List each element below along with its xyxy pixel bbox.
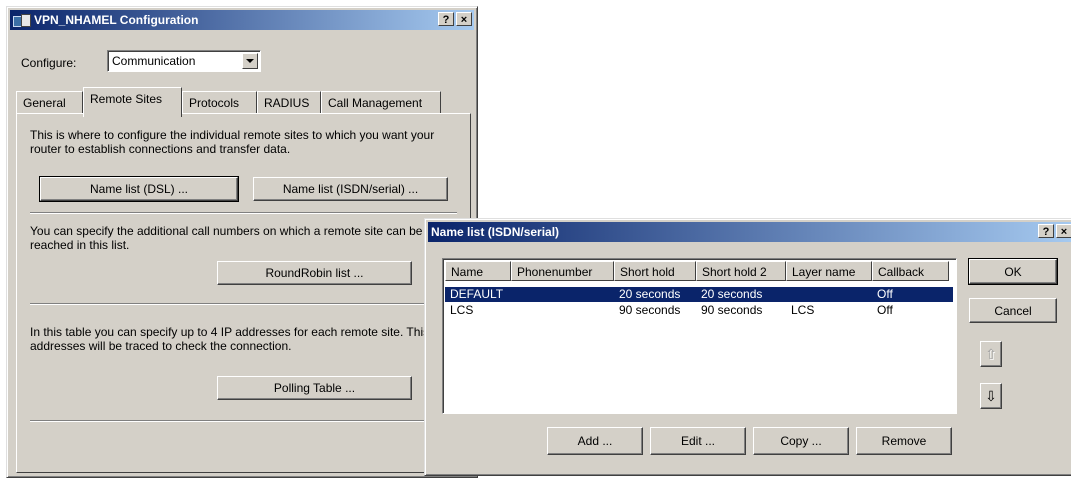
name-list-isdn-button[interactable]: Name list (ISDN/serial) ...: [253, 177, 448, 201]
copy-label: Copy ...: [780, 434, 822, 448]
call-numbers-description: You can specify the additional call numb…: [30, 224, 423, 252]
name-list-dsl-label: Name list (DSL) ...: [89, 182, 188, 196]
name-list-table[interactable]: Name Phonenumber Short hold Short hold 2…: [442, 258, 957, 414]
column-header-phonenumber[interactable]: Phonenumber: [511, 261, 614, 281]
dialog-title-bar[interactable]: Name list (ISDN/serial) ? ×: [428, 222, 1071, 242]
column-header-callback[interactable]: Callback: [872, 261, 949, 281]
copy-button[interactable]: Copy ...: [753, 427, 849, 455]
name-list-dsl-button[interactable]: Name list (DSL) ...: [39, 176, 239, 202]
tab-general-label: General: [23, 96, 66, 110]
polling-table-button[interactable]: Polling Table ...: [217, 376, 412, 400]
table-header: Name Phonenumber Short hold Short hold 2…: [445, 261, 949, 281]
tab-call-management-label: Call Management: [328, 96, 423, 110]
separator: [30, 303, 457, 305]
column-header-short-hold-2[interactable]: Short hold 2: [696, 261, 786, 281]
configure-label: Configure:: [21, 56, 77, 70]
ok-button[interactable]: OK: [968, 258, 1058, 285]
app-icon: [13, 13, 31, 27]
separator: [30, 420, 457, 422]
add-button[interactable]: Add ...: [547, 427, 643, 455]
polling-description: In this table you can specify up to 4 IP…: [30, 325, 444, 353]
close-button[interactable]: ×: [1056, 224, 1071, 238]
cell-phonenumber: [511, 303, 614, 318]
remove-label: Remove: [881, 434, 927, 448]
edit-label: Edit ...: [680, 434, 715, 448]
cell-phonenumber: [511, 287, 614, 302]
main-config-window: VPN_NHAMEL Configuration ? × Configure: …: [6, 6, 478, 478]
tab-radius[interactable]: RADIUS: [257, 91, 321, 113]
column-header-layer-name[interactable]: Layer name: [786, 261, 872, 281]
tab-remote-sites[interactable]: Remote Sites: [83, 87, 182, 117]
separator: [30, 212, 457, 214]
dialog-title: Name list (ISDN/serial): [431, 225, 560, 239]
tab-radius-label: RADIUS: [264, 96, 310, 110]
remove-button[interactable]: Remove: [856, 427, 952, 455]
cell-layer-name: [786, 287, 872, 302]
cell-short-hold: 90 seconds: [619, 303, 681, 317]
cancel-label: Cancel: [994, 303, 1032, 318]
cell-name: DEFAULT: [450, 287, 504, 301]
roundrobin-list-label: RoundRobin list ...: [265, 266, 364, 280]
polling-table-label: Polling Table ...: [273, 381, 356, 395]
close-button[interactable]: ×: [456, 12, 472, 26]
tab-general[interactable]: General: [16, 91, 83, 113]
move-up-icon[interactable]: ⇧: [980, 341, 1002, 367]
cell-short-hold: 20 seconds: [619, 287, 681, 301]
column-header-name[interactable]: Name: [445, 261, 511, 281]
cell-callback: Off: [877, 287, 893, 301]
column-header-short-hold[interactable]: Short hold: [614, 261, 696, 281]
move-down-icon[interactable]: ⇩: [980, 383, 1002, 409]
roundrobin-list-button[interactable]: RoundRobin list ...: [217, 261, 412, 285]
remote-sites-description: This is where to configure the individua…: [30, 128, 435, 156]
configure-select-value: Communication: [112, 54, 196, 68]
table-row[interactable]: DEFAULT 20 seconds 20 seconds Off: [445, 287, 953, 302]
name-list-dialog: Name list (ISDN/serial) ? × Name Phonenu…: [424, 218, 1071, 476]
help-button[interactable]: ?: [438, 12, 454, 26]
cell-short-hold-2: 20 seconds: [701, 287, 763, 301]
configure-select[interactable]: Communication: [107, 50, 261, 72]
table-row[interactable]: LCS 90 seconds 90 seconds LCS Off: [445, 303, 953, 318]
cell-layer-name: LCS: [791, 303, 815, 317]
ok-label: OK: [1004, 264, 1022, 279]
add-label: Add ...: [577, 434, 613, 448]
cell-callback: Off: [877, 303, 893, 317]
name-list-isdn-label: Name list (ISDN/serial) ...: [282, 182, 419, 196]
tab-protocols[interactable]: Protocols: [182, 91, 257, 113]
edit-button[interactable]: Edit ...: [650, 427, 746, 455]
main-window-title: VPN_NHAMEL Configuration: [34, 13, 199, 27]
main-title-bar[interactable]: VPN_NHAMEL Configuration ? ×: [10, 10, 474, 30]
tab-call-management[interactable]: Call Management: [321, 91, 441, 113]
tab-remote-sites-label: Remote Sites: [90, 92, 163, 106]
tab-protocols-label: Protocols: [189, 96, 240, 110]
cell-name: LCS: [450, 303, 474, 317]
cancel-button[interactable]: Cancel: [969, 298, 1057, 323]
chevron-down-icon[interactable]: [242, 53, 258, 69]
remote-sites-panel: This is where to configure the individua…: [16, 113, 471, 473]
cell-short-hold-2: 90 seconds: [701, 303, 763, 317]
help-button[interactable]: ?: [1038, 224, 1054, 238]
